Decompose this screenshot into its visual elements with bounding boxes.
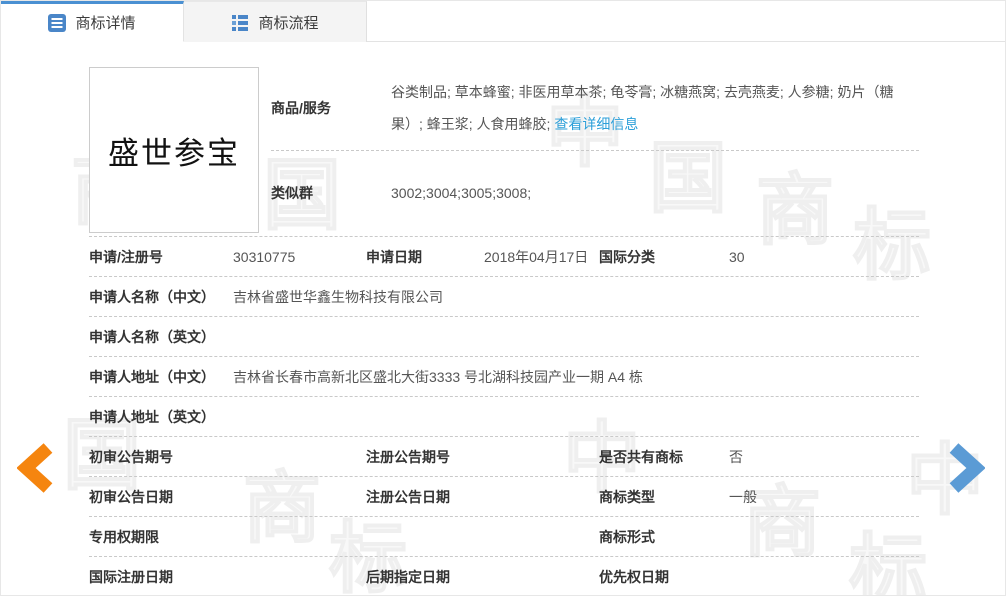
detail-table: 申请/注册号 30310775 申请日期 2018年04月17日 国际分类 30… <box>89 237 919 596</box>
trademark-summary-section: 盛世参宝 商品/服务 谷类制品; 草本蜂蜜; 非医用草本茶; 龟苓膏; 冰糖燕窝… <box>89 67 919 237</box>
field-label: 初审公告日期 <box>89 487 233 507</box>
table-row: 国际注册日期 后期指定日期 优先权日期 <box>89 557 919 596</box>
trademark-image: 盛世参宝 <box>89 67 259 233</box>
tab-bar: 商标详情 商标流程 <box>1 1 1005 42</box>
field-label: 申请日期 <box>366 247 484 267</box>
table-row: 专用权期限 商标形式 <box>89 517 919 557</box>
table-row: 申请人名称（中文） 吉林省盛世华鑫生物科技有限公司 <box>89 277 919 317</box>
table-row: 初审公告日期 注册公告日期 商标类型 一般 <box>89 477 919 517</box>
list-icon <box>231 13 249 31</box>
content-area: 盛世参宝 商品/服务 谷类制品; 草本蜂蜜; 非医用草本茶; 龟苓膏; 冰糖燕窝… <box>1 42 1005 596</box>
goods-services-label: 商品/服务 <box>271 98 391 118</box>
field-value: 30 <box>729 249 919 265</box>
table-row: 申请人地址（英文） <box>89 397 919 437</box>
field-label: 商标形式 <box>599 527 729 547</box>
similar-group-row: 类似群 3002;3004;3005;3008; <box>271 151 919 236</box>
field-value: 30310775 <box>233 249 366 265</box>
document-lines-icon <box>48 14 66 32</box>
tab-trademark-process[interactable]: 商标流程 <box>184 1 367 42</box>
next-arrow-icon[interactable] <box>947 443 985 493</box>
field-label: 注册公告日期 <box>366 487 484 507</box>
field-label: 国际分类 <box>599 247 729 267</box>
goods-panel: 商品/服务 谷类制品; 草本蜂蜜; 非医用草本茶; 龟苓膏; 冰糖燕窝; 去壳燕… <box>271 67 919 236</box>
tab-label: 商标详情 <box>75 12 135 33</box>
field-label: 是否共有商标 <box>599 447 729 467</box>
field-label: 商标类型 <box>599 487 729 507</box>
field-label: 初审公告期号 <box>89 447 233 467</box>
trademark-detail-page: 商 国 中 国 商 标 国 商 标 中 商 标 中 商标详情 <box>0 0 1006 596</box>
previous-arrow-icon[interactable] <box>17 443 55 493</box>
tab-trademark-detail[interactable]: 商标详情 <box>1 1 184 42</box>
tab-label: 商标流程 <box>258 12 318 33</box>
table-row: 初审公告期号 注册公告期号 是否共有商标 否 <box>89 437 919 477</box>
field-label: 申请人地址（英文） <box>89 407 233 427</box>
field-value: 吉林省盛世华鑫生物科技有限公司 <box>233 287 919 307</box>
field-label: 申请人地址（中文） <box>89 367 233 387</box>
field-value: 一般 <box>729 487 919 507</box>
field-label: 申请/注册号 <box>89 247 233 267</box>
field-label: 优先权日期 <box>599 567 729 587</box>
table-row: 申请人地址（中文） 吉林省长春市高新北区盛北大街3333 号北湖科技园产业一期 … <box>89 357 919 397</box>
field-value: 否 <box>729 447 919 467</box>
similar-group-label: 类似群 <box>271 183 391 203</box>
similar-group-value: 3002;3004;3005;3008; <box>391 177 919 209</box>
field-label: 国际注册日期 <box>89 567 233 587</box>
field-label: 申请人名称（中文） <box>89 287 233 307</box>
field-label: 申请人名称（英文） <box>89 327 233 347</box>
field-label: 注册公告期号 <box>366 447 484 467</box>
field-label: 专用权期限 <box>89 527 233 547</box>
goods-services-text: 谷类制品; 草本蜂蜜; 非医用草本茶; 龟苓膏; 冰糖燕窝; 去壳燕麦; 人参糖… <box>391 84 893 132</box>
field-label: 后期指定日期 <box>366 567 484 587</box>
view-details-link[interactable]: 查看详细信息 <box>554 116 638 132</box>
trademark-image-text: 盛世参宝 <box>108 128 240 173</box>
table-row: 申请/注册号 30310775 申请日期 2018年04月17日 国际分类 30 <box>89 237 919 277</box>
field-value: 2018年04月17日 <box>484 247 599 267</box>
goods-services-row: 商品/服务 谷类制品; 草本蜂蜜; 非医用草本茶; 龟苓膏; 冰糖燕窝; 去壳燕… <box>271 67 919 151</box>
field-value: 吉林省长春市高新北区盛北大街3333 号北湖科技园产业一期 A4 栋 <box>233 367 919 387</box>
table-row: 申请人名称（英文） <box>89 317 919 357</box>
goods-services-value: 谷类制品; 草本蜂蜜; 非医用草本茶; 龟苓膏; 冰糖燕窝; 去壳燕麦; 人参糖… <box>391 76 919 140</box>
